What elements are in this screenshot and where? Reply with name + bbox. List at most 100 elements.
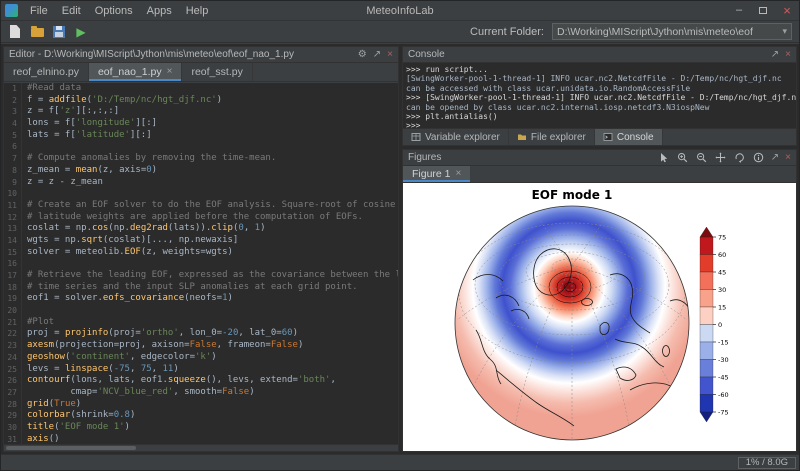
colorbar-tick-label: -15 bbox=[718, 338, 729, 346]
tab-variable-explorer[interactable]: Variable explorer bbox=[403, 129, 509, 145]
colorbar-tick-label: -75 bbox=[718, 408, 729, 416]
console-header-title: Console bbox=[408, 49, 445, 60]
line-number: 18 bbox=[4, 282, 22, 294]
console-output[interactable]: >>> run script...[SwingWorker-pool-1-thr… bbox=[403, 63, 796, 128]
code-line[interactable]: 8z_mean = mean(z, axis=0) bbox=[4, 165, 398, 177]
horizontal-scrollbar[interactable] bbox=[4, 444, 398, 451]
tab-label: eof_nao_1.py bbox=[98, 66, 162, 78]
code-line[interactable]: 3z = f['z'][:,:,:] bbox=[4, 106, 398, 118]
code-line[interactable]: 18# time series and the input SLP anomal… bbox=[4, 282, 398, 294]
code-line[interactable]: 12# latitude weights are applied before … bbox=[4, 212, 398, 224]
current-folder-combobox[interactable]: D:\Working\MIScript\Jython\mis\meteo\eof… bbox=[552, 23, 792, 40]
code-line[interactable]: 19eof1 = solver.eofs_covariance(neofs=1) bbox=[4, 293, 398, 305]
code-line[interactable]: 4lons = f['longitude'][:] bbox=[4, 118, 398, 130]
info-icon[interactable] bbox=[752, 152, 765, 164]
menu-options[interactable]: Options bbox=[88, 1, 140, 21]
rotate-icon[interactable] bbox=[733, 152, 746, 164]
code-line[interactable]: 15solver = meteolib.EOF(z, weights=wgts) bbox=[4, 247, 398, 259]
code-line[interactable]: 10 bbox=[4, 188, 398, 200]
line-number: 3 bbox=[4, 106, 22, 118]
tab-reof-sst[interactable]: reof_sst.py bbox=[182, 63, 252, 81]
code-line[interactable]: 7# Compute anomalies by removing the tim… bbox=[4, 153, 398, 165]
line-number: 21 bbox=[4, 317, 22, 329]
code-line[interactable]: 29colorbar(shrink=0.8) bbox=[4, 410, 398, 422]
tab-label: Figure 1 bbox=[412, 168, 451, 180]
code-line[interactable]: 22proj = projinfo(proj='ortho', lon_0=-2… bbox=[4, 328, 398, 340]
zoom-out-icon[interactable] bbox=[695, 152, 708, 164]
code-line[interactable]: 1#Read data bbox=[4, 83, 398, 95]
console-line: [SwingWorker-pool-1-thread-1] INFO ucar.… bbox=[406, 74, 793, 83]
tab-label: reof_sst.py bbox=[191, 66, 242, 78]
close-panel-icon[interactable]: × bbox=[387, 50, 393, 60]
code-line[interactable]: 5lats = f['latitude'][:] bbox=[4, 130, 398, 142]
menu-bar: File Edit Options Apps Help MeteoInfoLab… bbox=[1, 1, 799, 21]
figure-canvas[interactable]: EOF mode 1 bbox=[403, 183, 796, 451]
float-panel-icon[interactable]: ↗ bbox=[771, 153, 779, 163]
float-panel-icon[interactable]: ↗ bbox=[771, 50, 779, 60]
code-line[interactable]: 31axis() bbox=[4, 434, 398, 444]
line-number: 24 bbox=[4, 352, 22, 364]
menu-help[interactable]: Help bbox=[179, 1, 216, 21]
code-line[interactable]: 2f = addfile('D:/Temp/nc/hgt_djf.nc') bbox=[4, 95, 398, 107]
code-line[interactable]: 27 cmap='NCV_blue_red', smooth=False) bbox=[4, 387, 398, 399]
code-line[interactable]: 23axesm(projection=proj, axison=False, f… bbox=[4, 340, 398, 352]
close-tab-icon[interactable]: × bbox=[456, 169, 462, 179]
code-line[interactable]: 30title('EOF mode 1') bbox=[4, 422, 398, 434]
gear-icon[interactable]: ⚙ bbox=[358, 50, 367, 60]
console-line: can be accessed with class ucar.unidata.… bbox=[406, 84, 793, 93]
code-line[interactable]: 16 bbox=[4, 258, 398, 270]
tab-label: Console bbox=[617, 132, 654, 143]
console-line: >>> [SwingWorker-pool-1-thread-1] INFO u… bbox=[406, 93, 793, 102]
code-editor[interactable]: 1#Read data2f = addfile('D:/Temp/nc/hgt_… bbox=[4, 83, 398, 444]
line-number: 2 bbox=[4, 95, 22, 107]
menu-apps[interactable]: Apps bbox=[140, 1, 179, 21]
zoom-in-icon[interactable] bbox=[676, 152, 689, 164]
chevron-down-icon[interactable]: ▾ bbox=[782, 26, 787, 37]
float-panel-icon[interactable]: ↗ bbox=[373, 50, 381, 60]
scrollbar-thumb[interactable] bbox=[6, 446, 136, 450]
colorbar: 75604530150-15-30-45-60-75 bbox=[700, 227, 729, 422]
save-button[interactable] bbox=[50, 23, 68, 41]
figures-header-title: Figures bbox=[408, 152, 441, 163]
code-line[interactable]: 26contourf(lons, lats, eof1.squeeze(), l… bbox=[4, 375, 398, 387]
close-panel-icon[interactable]: × bbox=[785, 153, 791, 163]
console-line: can be opened by class ucar.nc2.internal… bbox=[406, 103, 793, 112]
code-line[interactable]: 17# Retrieve the leading EOF, expressed … bbox=[4, 270, 398, 282]
colorbar-tick-label: 60 bbox=[718, 251, 726, 259]
eof-plot: EOF mode 1 bbox=[403, 183, 796, 457]
line-number: 13 bbox=[4, 223, 22, 235]
tab-figure-1[interactable]: Figure 1 × bbox=[403, 166, 470, 182]
close-icon[interactable]: × bbox=[775, 1, 799, 21]
pan-icon[interactable] bbox=[714, 152, 727, 164]
close-tab-icon[interactable]: × bbox=[167, 67, 173, 77]
maximize-icon[interactable] bbox=[751, 1, 775, 21]
code-line[interactable]: 25levs = linspace(-75, 75, 11) bbox=[4, 364, 398, 376]
code-line[interactable]: 28grid(True) bbox=[4, 399, 398, 411]
app-logo-icon bbox=[5, 4, 18, 17]
open-file-button[interactable] bbox=[28, 23, 46, 41]
code-line[interactable]: 6 bbox=[4, 141, 398, 153]
tab-console[interactable]: Console bbox=[595, 129, 663, 145]
menu-edit[interactable]: Edit bbox=[55, 1, 88, 21]
minimize-icon[interactable]: – bbox=[727, 1, 751, 21]
menu-file[interactable]: File bbox=[23, 1, 55, 21]
line-number: 28 bbox=[4, 399, 22, 411]
line-number: 12 bbox=[4, 212, 22, 224]
new-file-button[interactable] bbox=[6, 23, 24, 41]
meteoinfolab-window: File Edit Options Apps Help MeteoInfoLab… bbox=[0, 0, 800, 471]
run-script-button[interactable]: ▶ bbox=[72, 23, 90, 41]
tab-reof-elnino[interactable]: reof_elnino.py bbox=[4, 63, 89, 81]
tab-file-explorer[interactable]: File explorer bbox=[509, 129, 595, 145]
figures-panel: Figures bbox=[402, 149, 797, 452]
tab-eof-nao-1[interactable]: eof_nao_1.py × bbox=[89, 63, 183, 81]
close-panel-icon[interactable]: × bbox=[785, 50, 791, 60]
code-line[interactable]: 13coslat = np.cos(np.deg2rad(lats)).clip… bbox=[4, 223, 398, 235]
cursor-icon[interactable] bbox=[657, 152, 670, 164]
code-line[interactable]: 20 bbox=[4, 305, 398, 317]
code-line[interactable]: 11# Create an EOF solver to do the EOF a… bbox=[4, 200, 398, 212]
code-line[interactable]: 9z = z - z_mean bbox=[4, 177, 398, 189]
line-number: 17 bbox=[4, 270, 22, 282]
code-line[interactable]: 21#Plot bbox=[4, 317, 398, 329]
code-line[interactable]: 14wgts = np.sqrt(coslat)[..., np.newaxis… bbox=[4, 235, 398, 247]
code-line[interactable]: 24geoshow('continent', edgecolor='k') bbox=[4, 352, 398, 364]
